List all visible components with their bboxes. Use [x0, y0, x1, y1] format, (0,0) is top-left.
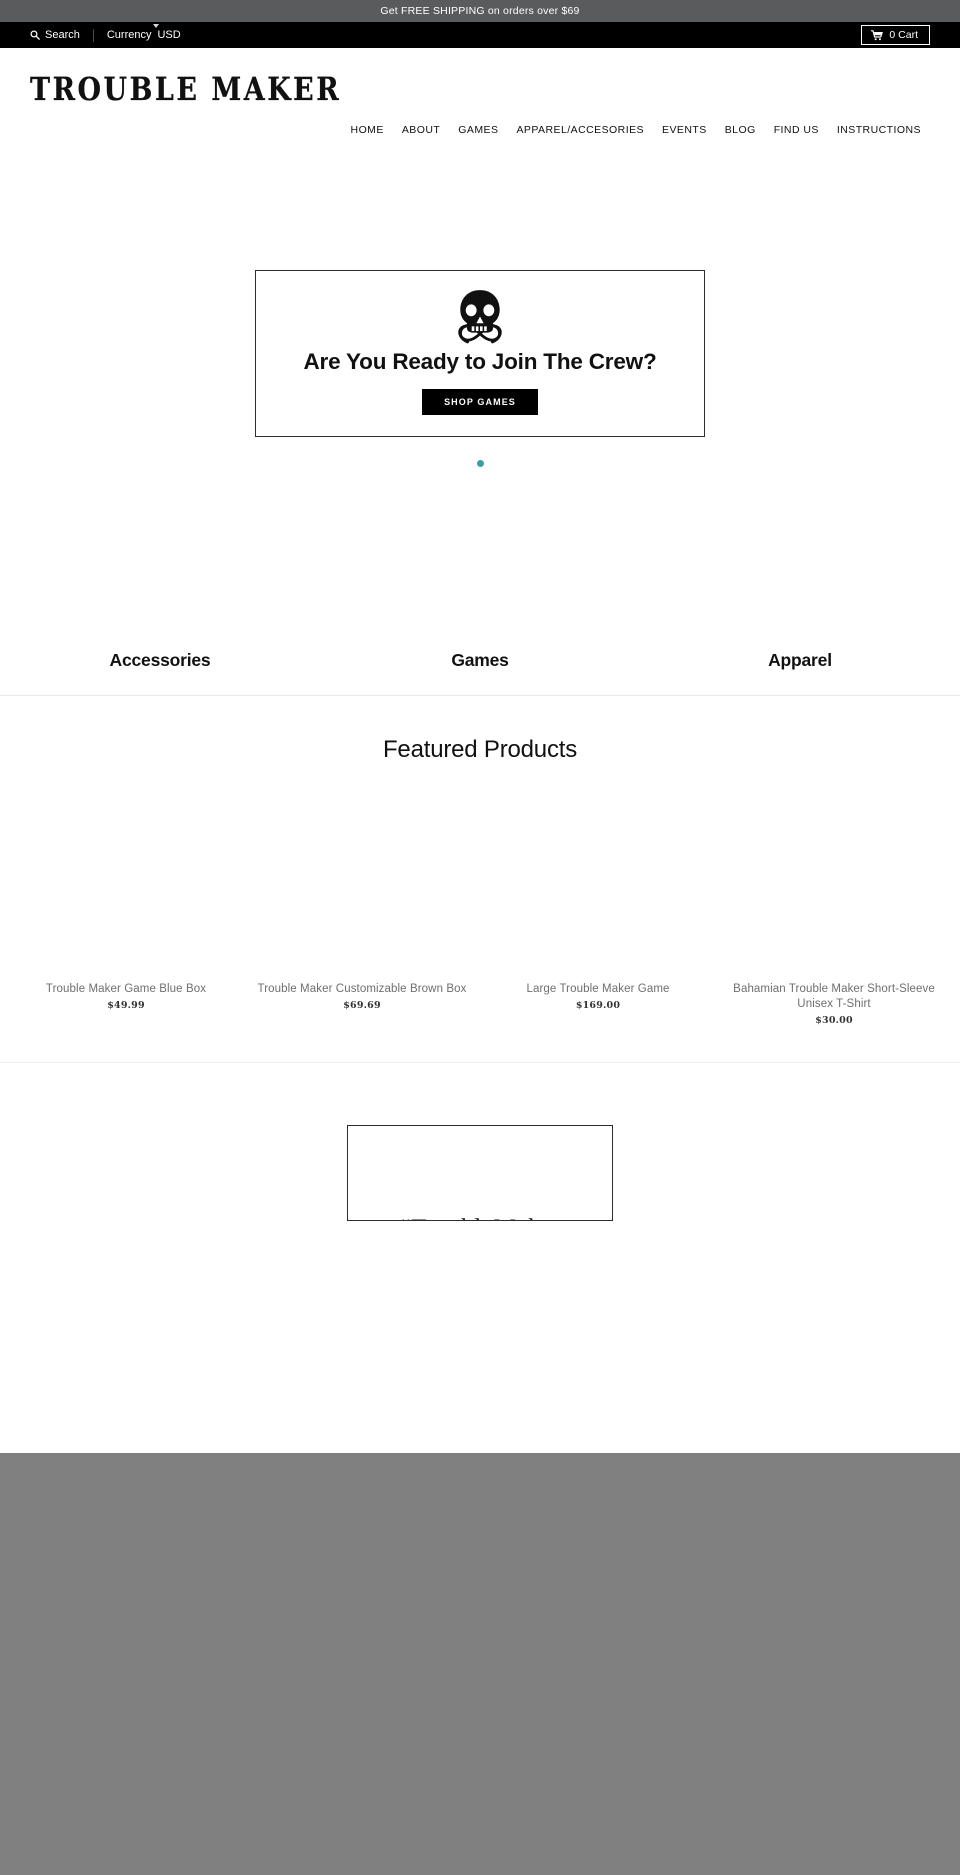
- hashtag-card: #TroubleMaker: [347, 1125, 613, 1222]
- category-title: Accessories: [109, 650, 211, 670]
- site-header: TROUBLE MAKER HOME ABOUT GAMES APPAREL/A…: [0, 48, 960, 164]
- chevron-down-icon: [153, 24, 160, 28]
- nav-item-events[interactable]: EVENTS: [653, 120, 716, 140]
- utility-right-group: 0 Cart: [861, 25, 930, 45]
- product-title: Trouble Maker Game Blue Box: [45, 983, 207, 995]
- category-tile-accessories[interactable]: Accessories: [0, 578, 320, 695]
- carousel-dots: [0, 460, 960, 467]
- utility-left-group: Search Currency USD: [30, 24, 181, 42]
- nav-item-blog[interactable]: BLOG: [716, 120, 765, 140]
- nav-item-about[interactable]: ABOUT: [393, 120, 449, 140]
- currency-selector[interactable]: Currency USD: [106, 24, 181, 41]
- hero-cta-card: Are You Ready to Join The Crew? SHOP GAM…: [255, 270, 705, 437]
- product-image: [492, 782, 704, 982]
- category-title: Apparel: [768, 650, 832, 670]
- section-title: Featured Products: [382, 736, 578, 763]
- currency-label: Currency: [106, 29, 152, 41]
- product-image: [728, 782, 940, 982]
- nav-item-home[interactable]: HOME: [342, 120, 393, 140]
- product-title: Trouble Maker Customizable Brown Box: [257, 983, 467, 995]
- hero-title: Are You Ready to Join The Crew?: [303, 349, 657, 374]
- nav-item-find-us[interactable]: FIND US: [765, 120, 828, 140]
- nav-item-apparel[interactable]: APPAREL/ACCESORIES: [507, 120, 653, 140]
- product-price: $169.00: [575, 1000, 621, 1012]
- featured-products-section: Featured Products Trouble Maker Game Blu…: [0, 696, 960, 1064]
- cart-label: 0 Cart: [889, 29, 918, 41]
- utility-topbar: Search Currency USD 0 Cart: [0, 22, 960, 48]
- main-navigation: HOME ABOUT GAMES APPAREL/ACCESORIES EVEN…: [342, 120, 930, 140]
- announcement-bar: Get FREE SHIPPING on orders over $69: [0, 0, 960, 22]
- product-image: [256, 782, 468, 982]
- utility-divider: [92, 28, 94, 42]
- product-card[interactable]: Large Trouble Maker Game $169.00: [480, 782, 716, 1026]
- product-title: Large Trouble Maker Game: [526, 983, 670, 995]
- nav-item-instructions[interactable]: INSTRUCTIONS: [828, 120, 930, 140]
- skull-and-crossed-hooks-icon: [454, 288, 506, 344]
- product-card[interactable]: Bahamian Trouble Maker Short-Sleeve Unis…: [716, 782, 952, 1026]
- product-image: [20, 782, 232, 982]
- site-logo[interactable]: TROUBLE MAKER: [30, 74, 341, 106]
- search-label: Search: [45, 29, 80, 41]
- currency-value-wrap: USD: [153, 24, 181, 41]
- announcement-text: Get FREE SHIPPING on orders over $69: [380, 5, 580, 17]
- product-grid: Trouble Maker Game Blue Box $49.99 Troub…: [0, 782, 960, 1026]
- category-tile-apparel[interactable]: Apparel: [640, 578, 960, 695]
- hashtag-text: #TroubleMaker: [398, 1215, 562, 1220]
- product-title: Bahamian Trouble Maker Short-Sleeve Unis…: [733, 983, 935, 1011]
- product-card[interactable]: Trouble Maker Game Blue Box $49.99: [8, 782, 244, 1026]
- page-bottom-overlay: [0, 1453, 960, 1875]
- category-title: Games: [451, 650, 509, 670]
- hero-slideshow: Are You Ready to Join The Crew? SHOP GAM…: [0, 164, 960, 578]
- product-card[interactable]: Trouble Maker Customizable Brown Box $69…: [244, 782, 480, 1026]
- currency-value: USD: [157, 29, 181, 41]
- search-toggle[interactable]: Search: [30, 29, 80, 41]
- nav-item-games[interactable]: GAMES: [449, 120, 507, 140]
- product-price: $49.99: [107, 1000, 145, 1012]
- shop-games-button[interactable]: SHOP GAMES: [422, 389, 538, 415]
- category-tile-games[interactable]: Games: [320, 578, 640, 695]
- category-row: Accessories Games Apparel: [0, 578, 960, 696]
- product-price: $30.00: [815, 1015, 853, 1027]
- cart-button[interactable]: 0 Cart: [861, 25, 930, 45]
- hashtag-section: #TroubleMaker: [0, 1063, 960, 1223]
- carousel-dot-1[interactable]: [476, 460, 484, 467]
- shopping-cart-icon: [870, 29, 884, 41]
- product-price: $69.69: [343, 1000, 381, 1012]
- search-icon: [30, 30, 40, 40]
